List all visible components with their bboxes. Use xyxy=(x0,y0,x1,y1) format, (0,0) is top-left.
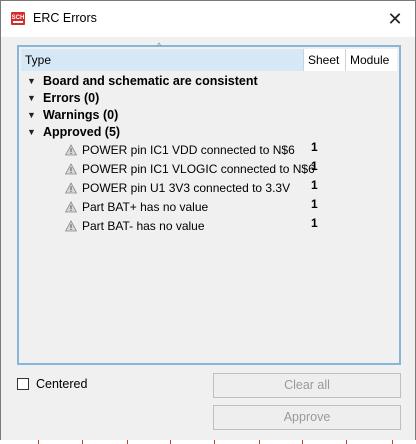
column-header-type[interactable]: ^ Type xyxy=(21,41,304,71)
column-header-module[interactable]: Module xyxy=(346,49,397,71)
tree-item[interactable]: POWER pin IC1 VDD connected to N$6 1 xyxy=(21,140,397,160)
erc-tree-view[interactable]: ^ Type Sheet Module ▼ Board and schemati… xyxy=(17,41,401,365)
clear-all-button[interactable]: Clear all xyxy=(213,373,401,398)
tree-item[interactable]: Part BAT+ has no value 1 xyxy=(21,197,397,217)
warning-icon xyxy=(65,220,77,232)
expand-arrow-icon[interactable]: ▼ xyxy=(27,73,36,90)
erc-errors-dialog: SCH ERC Errors ✕ ^ Type Sheet Module ▼ B… xyxy=(0,0,416,442)
expand-arrow-icon[interactable]: ▼ xyxy=(27,124,36,141)
column-header: ^ Type Sheet Module xyxy=(21,41,397,71)
tree-group-errors[interactable]: ▼ Errors (0) xyxy=(21,90,397,107)
column-header-sheet[interactable]: Sheet xyxy=(304,49,346,71)
tree-item[interactable]: POWER pin IC1 VLOGIC connected to N$6 1 xyxy=(21,159,397,179)
window-title: ERC Errors xyxy=(33,11,97,25)
expand-arrow-icon[interactable]: ▼ xyxy=(27,90,36,107)
approve-button[interactable]: Approve xyxy=(213,405,401,430)
background-schematic-edge xyxy=(0,440,416,444)
tree-group-warnings[interactable]: ▼ Warnings (0) xyxy=(21,107,397,124)
app-icon: SCH xyxy=(11,12,25,25)
title-bar: SCH ERC Errors ✕ xyxy=(1,1,415,37)
centered-checkbox[interactable] xyxy=(17,378,29,390)
close-button[interactable]: ✕ xyxy=(375,1,415,37)
tree-rows: ▼ Board and schematic are consistent ▼ E… xyxy=(21,73,397,236)
tree-group-approved[interactable]: ▼ Approved (5) xyxy=(21,124,397,141)
tree-item[interactable]: Part BAT- has no value 1 xyxy=(21,216,397,236)
sort-up-icon: ^ xyxy=(157,41,162,51)
warning-icon xyxy=(65,163,77,175)
warning-icon xyxy=(65,201,77,213)
tree-item[interactable]: POWER pin U1 3V3 connected to 3.3V 1 xyxy=(21,178,397,198)
tree-group-consistent[interactable]: ▼ Board and schematic are consistent xyxy=(21,73,397,90)
centered-label: Centered xyxy=(36,377,88,391)
expand-arrow-icon[interactable]: ▼ xyxy=(27,107,36,124)
centered-option[interactable]: Centered xyxy=(17,376,87,392)
warning-icon xyxy=(65,144,77,156)
warning-icon xyxy=(65,182,77,194)
close-icon: ✕ xyxy=(387,8,403,29)
